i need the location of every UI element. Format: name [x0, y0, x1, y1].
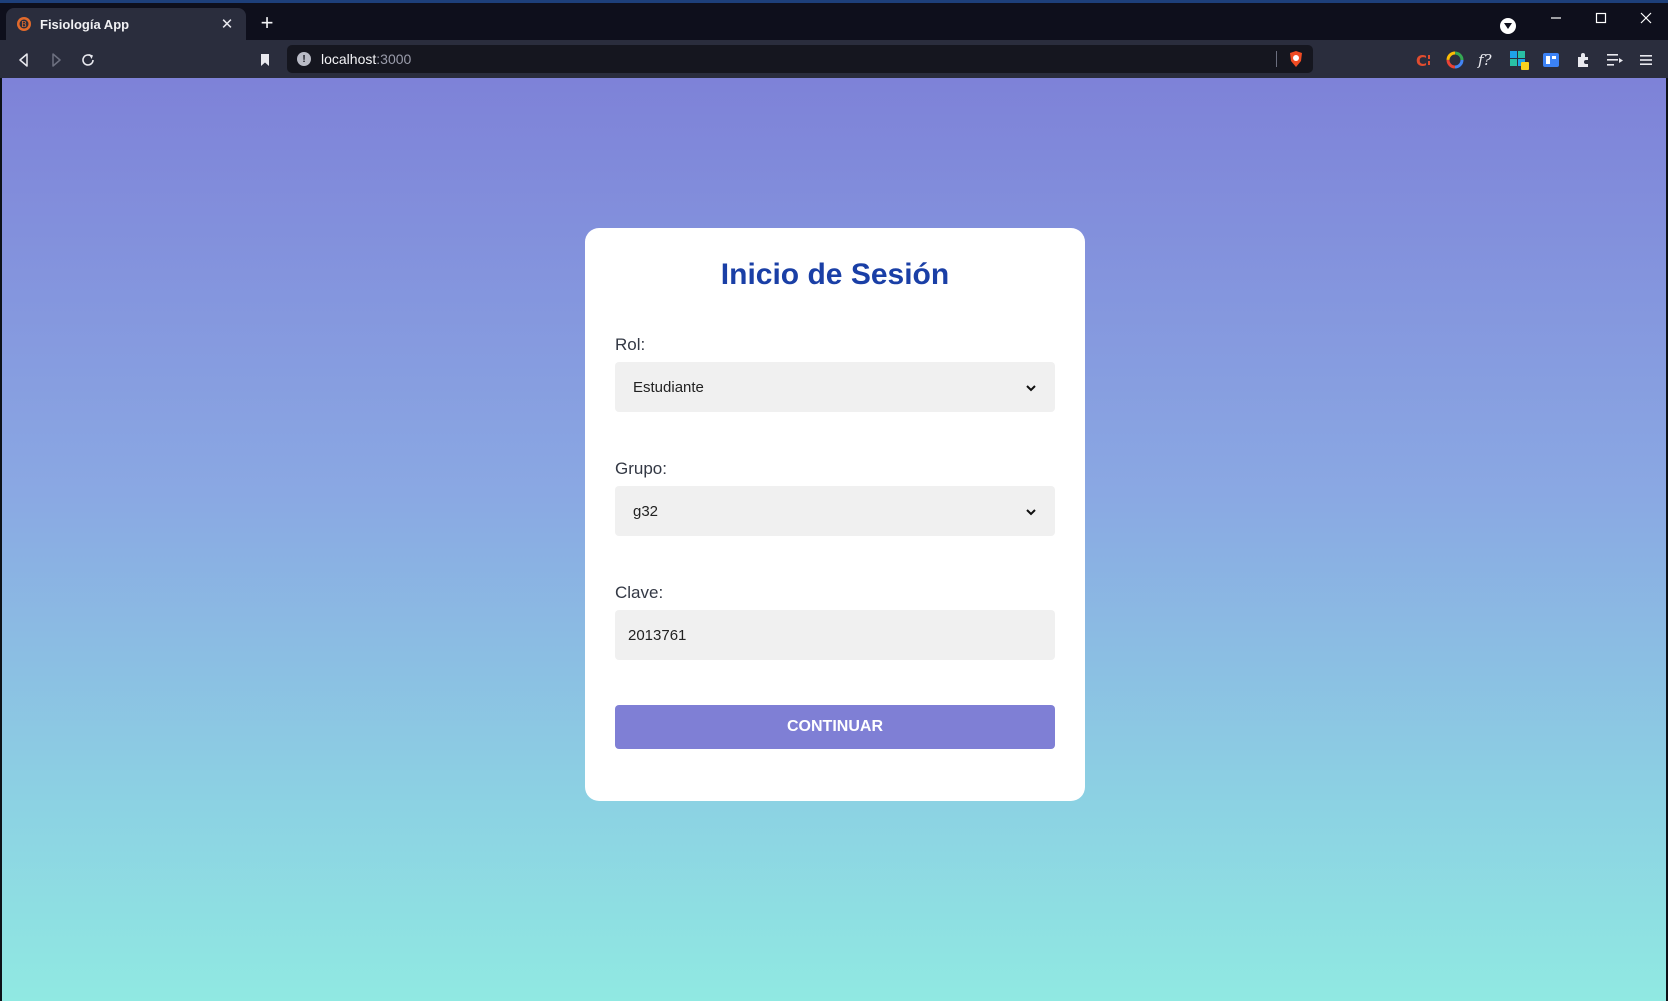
color-wheel-icon[interactable]	[1445, 50, 1465, 70]
brave-shields-icon[interactable]	[1287, 50, 1305, 68]
chevron-down-icon	[1025, 505, 1037, 517]
browser-tab[interactable]: B Fisiología App ✕	[6, 8, 246, 40]
svg-text:B: B	[21, 20, 27, 29]
minimize-icon[interactable]	[1541, 8, 1571, 28]
forward-icon[interactable]	[45, 49, 67, 71]
tab-close-icon[interactable]: ✕	[218, 15, 236, 33]
url-port: :3000	[376, 51, 412, 67]
url-host: localhost	[321, 51, 377, 67]
function-icon[interactable]: f?	[1477, 50, 1497, 70]
page-title: Inicio de Sesión	[720, 258, 950, 291]
brave-lion-icon: B	[16, 16, 32, 32]
menu-icon[interactable]	[1636, 50, 1656, 70]
role-select[interactable]: Estudiante	[615, 362, 1055, 412]
group-select[interactable]: g32	[615, 486, 1055, 536]
reload-icon[interactable]	[77, 49, 99, 71]
group-select-value: g32	[633, 502, 659, 520]
tab-search-icon[interactable]	[1500, 18, 1516, 34]
tab-title: Fisiología App	[40, 16, 130, 32]
new-tab-button[interactable]: +	[256, 12, 278, 35]
key-label: Clave:	[615, 583, 664, 602]
browser-toolbar: ! localhost :3000 C f?	[0, 40, 1668, 78]
reader-icon[interactable]	[1541, 50, 1561, 70]
chevron-down-icon	[1025, 381, 1037, 393]
key-input[interactable]: 2013761	[615, 610, 1055, 660]
login-card: Inicio de Sesión Rol: Estudiante Grupo: …	[585, 228, 1085, 801]
playlist-icon[interactable]	[1605, 50, 1625, 70]
puzzle-badge-extension-icon[interactable]	[1509, 50, 1529, 70]
c-extension-icon[interactable]: C	[1413, 50, 1433, 70]
window-close-icon[interactable]	[1631, 8, 1661, 28]
url-divider	[1276, 51, 1277, 67]
browser-title-bar: B Fisiología App ✕ +	[0, 0, 1668, 40]
back-icon[interactable]	[13, 49, 35, 71]
role-label: Rol:	[615, 335, 646, 354]
svg-text:f?: f?	[1477, 51, 1493, 69]
extensions-puzzle-icon[interactable]	[1573, 50, 1593, 70]
maximize-icon[interactable]	[1586, 8, 1616, 28]
group-label: Grupo:	[615, 459, 667, 478]
address-bar[interactable]: ! localhost :3000	[287, 45, 1313, 73]
page-viewport: Inicio de Sesión Rol: Estudiante Grupo: …	[2, 78, 1666, 1001]
bookmark-icon[interactable]	[254, 49, 276, 71]
continue-button[interactable]: CONTINUAR	[615, 705, 1055, 749]
site-info-icon[interactable]: !	[297, 52, 311, 66]
role-select-value: Estudiante	[633, 378, 704, 396]
svg-text:C: C	[1416, 52, 1427, 69]
key-input-value: 2013761	[628, 626, 687, 644]
